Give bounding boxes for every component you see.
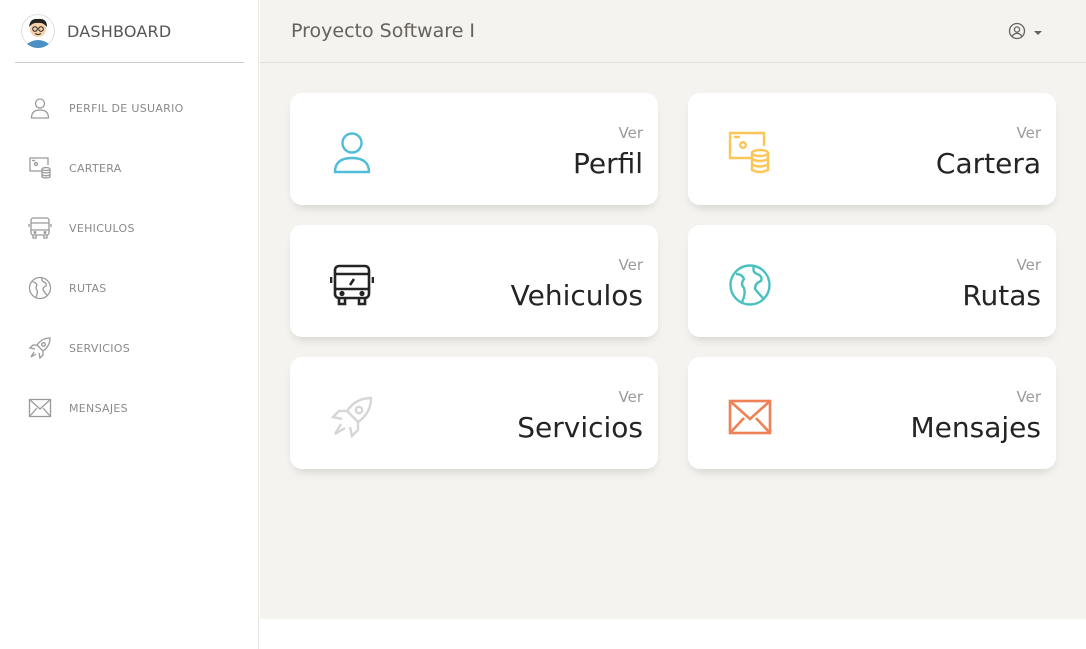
sidebar-item-perfil[interactable]: PERFIL DE USUARIO xyxy=(0,78,259,138)
wallet-icon xyxy=(728,131,772,175)
top-navbar: Proyecto Software I xyxy=(260,0,1086,63)
card-caption: Ver xyxy=(1016,256,1042,274)
user-circle-icon xyxy=(1008,22,1026,44)
sidebar-item-rutas[interactable]: RUTAS xyxy=(0,258,259,318)
chevron-down-icon xyxy=(1034,31,1042,35)
card-perfil[interactable]: Ver Perfil xyxy=(290,93,658,205)
user-menu-dropdown[interactable] xyxy=(1008,22,1042,44)
sidebar-nav: PERFIL DE USUARIO CARTERA VEHICULOS RUTA… xyxy=(0,78,259,438)
footer xyxy=(260,619,1086,649)
card-caption: Ver xyxy=(618,388,644,406)
brand[interactable]: DASHBOARD xyxy=(15,0,244,63)
main-content: Proyecto Software I Ver Perfil Ver Carte… xyxy=(260,0,1086,619)
sidebar-item-vehiculos[interactable]: VEHICULOS xyxy=(0,198,259,258)
card-title: Mensajes xyxy=(910,411,1041,444)
sidebar-item-label: SERVICIOS xyxy=(69,341,131,355)
sidebar-item-label: RUTAS xyxy=(69,281,107,295)
card-vehiculos[interactable]: Ver Vehiculos xyxy=(290,225,658,337)
bus-icon xyxy=(330,263,374,307)
card-cartera[interactable]: Ver Cartera xyxy=(688,93,1056,205)
sidebar: DASHBOARD PERFIL DE USUARIO CARTERA VEHI… xyxy=(0,0,259,649)
card-title: Servicios xyxy=(517,411,643,444)
card-title: Vehiculos xyxy=(510,279,643,312)
sidebar-item-label: PERFIL DE USUARIO xyxy=(69,101,184,115)
avatar xyxy=(21,14,55,48)
wallet-icon xyxy=(27,155,53,181)
card-title: Perfil xyxy=(572,147,643,180)
card-caption: Ver xyxy=(618,124,644,142)
sidebar-item-servicios[interactable]: SERVICIOS xyxy=(0,318,259,378)
app-window: DASHBOARD PERFIL DE USUARIO CARTERA VEHI… xyxy=(0,0,1086,649)
card-caption: Ver xyxy=(618,256,644,274)
card-mensajes[interactable]: Ver Mensajes xyxy=(688,357,1056,469)
globe-icon xyxy=(728,263,772,307)
sidebar-item-mensajes[interactable]: MENSAJES xyxy=(0,378,259,438)
card-title: Cartera xyxy=(935,147,1041,180)
mail-icon xyxy=(728,395,772,439)
page-title: Proyecto Software I xyxy=(291,20,476,42)
rocket-icon xyxy=(330,395,374,439)
sidebar-item-label: VEHICULOS xyxy=(69,221,135,235)
brand-title: DASHBOARD xyxy=(67,21,172,41)
sidebar-item-cartera[interactable]: CARTERA xyxy=(0,138,259,198)
card-servicios[interactable]: Ver Servicios xyxy=(290,357,658,469)
card-rutas[interactable]: Ver Rutas xyxy=(688,225,1056,337)
card-caption: Ver xyxy=(1016,388,1042,406)
card-title: Rutas xyxy=(962,279,1041,312)
rocket-icon xyxy=(27,335,53,361)
user-icon xyxy=(27,95,53,121)
sidebar-item-label: MENSAJES xyxy=(69,401,128,415)
mail-icon xyxy=(27,395,53,421)
card-caption: Ver xyxy=(1016,124,1042,142)
user-icon xyxy=(330,131,374,175)
globe-icon xyxy=(27,275,53,301)
sidebar-item-label: CARTERA xyxy=(69,161,122,175)
bus-icon xyxy=(27,215,53,241)
